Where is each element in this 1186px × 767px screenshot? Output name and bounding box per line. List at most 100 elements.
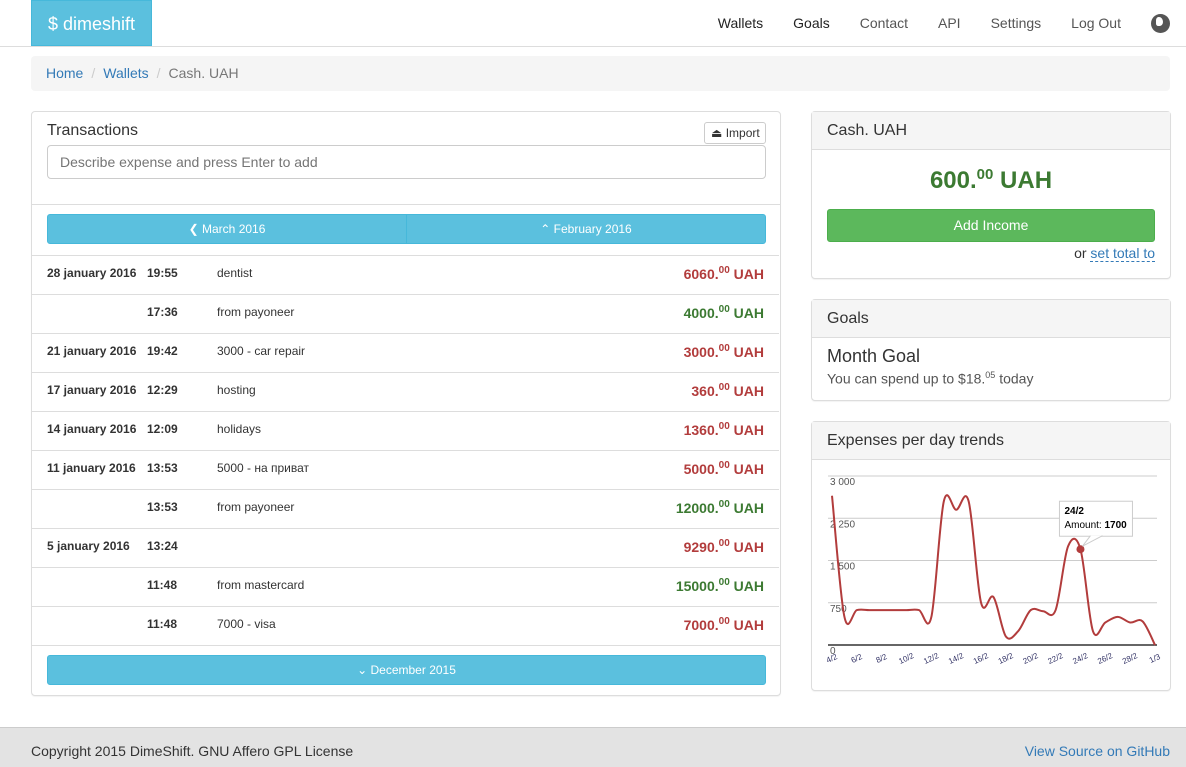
nav-settings[interactable]: Settings <box>991 15 1042 31</box>
navbar: $ dimeshift Wallets Goals Contact API Se… <box>0 0 1186 47</box>
expenses-chart: 07501 5002 2503 0004/26/28/210/212/214/2… <box>812 461 1170 691</box>
import-button[interactable]: ⏏ Import <box>704 122 766 144</box>
breadcrumb-separator: / <box>91 65 95 81</box>
transaction-row[interactable]: 11 january 201613:535000 - на приват5000… <box>32 450 779 489</box>
transaction-description: 3000 - car repair <box>217 344 305 358</box>
transaction-amount: 15000.00 UAH <box>676 577 764 594</box>
goals-panel: Goals Month Goal You can spend up to $18… <box>811 299 1171 401</box>
globe-icon[interactable] <box>1151 14 1170 33</box>
x-tick-label: 24/2 <box>1071 651 1089 666</box>
brand-logo[interactable]: $ dimeshift <box>31 0 152 46</box>
transaction-time: 13:24 <box>147 539 178 553</box>
wallet-panel: Cash. UAH 600.00 UAH Add Income or set t… <box>811 111 1171 279</box>
x-tick-label: 20/2 <box>1022 651 1040 666</box>
transaction-row[interactable]: 21 january 2016 19:42 3000 - car repair 300… <box>32 333 779 372</box>
x-tick-label: 28/2 <box>1121 651 1139 666</box>
transaction-time: 19:42 <box>147 344 178 358</box>
chart-panel: Expenses per day trends 07501 5002 2503 … <box>811 421 1171 691</box>
transaction-row[interactable]: 28 january 2016 19:55 dentist 6060.00 UAH <box>32 255 779 294</box>
nav-logout[interactable]: Log Out <box>1071 15 1121 31</box>
x-tick-label: 8/2 <box>875 652 889 665</box>
transaction-time: 11:48 <box>147 617 177 631</box>
transactions-panel: Transactions ⏏ Import ❮ March 2016 ⌃ Feb… <box>31 111 781 696</box>
chart-title: Expenses per day trends <box>812 422 1170 460</box>
transaction-date: 17 january 2016 <box>47 383 136 397</box>
x-tick-label: 26/2 <box>1096 651 1114 666</box>
x-tick-label: 6/2 <box>850 652 864 665</box>
y-tick-label: 1 500 <box>830 562 855 573</box>
transactions-title: Transactions <box>47 122 138 140</box>
expense-input[interactable] <box>47 145 766 179</box>
transaction-date: 14 january 2016 <box>47 422 136 436</box>
x-tick-label: 12/2 <box>922 651 940 666</box>
transaction-amount: 3000.00 UAH <box>684 343 764 360</box>
goal-text: You can spend up to $18.05 today <box>827 370 1155 387</box>
highlighted-point <box>1076 545 1084 553</box>
or-label: or <box>1074 245 1090 261</box>
x-tick-label: 4/2 <box>825 652 839 665</box>
transaction-date: 5 january 2016 <box>47 539 130 553</box>
transaction-amount: 4000.00 UAH <box>684 304 764 321</box>
transaction-row[interactable]: 14 january 2016 12:09 holidays 1360.00 UAH <box>32 411 779 450</box>
transaction-time: 13:53 <box>147 500 178 514</box>
breadcrumb-separator: / <box>157 65 161 81</box>
next-month-button[interactable]: ⌄ December 2015 <box>47 655 766 685</box>
transaction-time: 12:29 <box>147 383 178 397</box>
chevron-down-icon: ⌄ <box>357 663 367 677</box>
transaction-time: 17:36 <box>147 305 178 319</box>
transaction-date: 11 january 2016 <box>47 461 136 475</box>
transaction-amount: 9290.00 UAH <box>684 538 764 555</box>
transaction-row[interactable]: 17 january 201612:29hosting360.00 UAH <box>32 372 779 411</box>
transaction-description: holidays <box>217 422 261 436</box>
tooltip-pointer <box>1082 536 1102 547</box>
transaction-time: 19:55 <box>147 266 178 280</box>
x-tick-label: 22/2 <box>1046 651 1064 666</box>
transaction-row[interactable]: 17:36 from payoneer 4000.00 UAH <box>32 294 779 333</box>
current-month-button[interactable]: ⌃ February 2016 <box>406 214 766 244</box>
transaction-amount: 1360.00 UAH <box>684 421 764 438</box>
wallet-title: Cash. UAH <box>812 112 1170 150</box>
tooltip-label: Amount: 1700 <box>1064 520 1127 531</box>
transaction-description: 7000 - visa <box>217 617 276 631</box>
transaction-amount: 6060.00 UAH <box>684 265 764 282</box>
transaction-row[interactable]: 11:48 7000 - visa 7000.00 UAH <box>32 606 779 645</box>
x-tick-label: 16/2 <box>972 651 990 666</box>
transaction-amount: 12000.00 UAH <box>676 499 764 516</box>
current-month-label: February 2016 <box>554 222 632 236</box>
breadcrumb-home[interactable]: Home <box>46 65 83 81</box>
transaction-date: 21 january 2016 <box>47 344 136 358</box>
x-tick-label: 1/3 <box>1148 652 1162 665</box>
transaction-time: 11:48 <box>147 578 177 592</box>
y-tick-label: 3 000 <box>830 477 855 488</box>
tooltip-title: 24/2 <box>1064 506 1084 517</box>
footer: Copyright 2015 DimeShift. GNU Affero GPL… <box>0 727 1186 767</box>
goals-title: Goals <box>812 300 1170 338</box>
transaction-description: dentist <box>217 266 252 280</box>
github-link[interactable]: View Source on GitHub <box>1025 743 1170 759</box>
transaction-date: 28 january 2016 <box>47 266 136 280</box>
prev-month-label: March 2016 <box>202 222 265 236</box>
transaction-row[interactable]: 13:53 from payoneer 12000.00 UAH <box>32 489 779 528</box>
set-total-link[interactable]: set total to <box>1090 245 1155 262</box>
nav-goals[interactable]: Goals <box>793 15 830 31</box>
transaction-time: 13:53 <box>147 461 178 475</box>
transaction-amount: 7000.00 UAH <box>684 616 764 633</box>
nav-api[interactable]: API <box>938 15 961 31</box>
transaction-description: hosting <box>217 383 256 397</box>
wallet-balance: 600.00 UAH <box>812 166 1170 195</box>
transaction-time: 12:09 <box>147 422 178 436</box>
add-income-button[interactable]: Add Income <box>827 209 1155 242</box>
chevron-left-icon: ❮ <box>189 222 199 236</box>
next-month-label: December 2015 <box>371 663 456 677</box>
nav-contact[interactable]: Contact <box>860 15 908 31</box>
transaction-row[interactable]: 11:48from mastercard15000.00 UAH <box>32 567 779 606</box>
nav-wallets[interactable]: Wallets <box>718 15 763 31</box>
transaction-description: from payoneer <box>217 500 294 514</box>
breadcrumb-wallets[interactable]: Wallets <box>103 65 148 81</box>
x-tick-label: 14/2 <box>947 651 965 666</box>
chevron-up-icon: ⌃ <box>540 222 550 236</box>
breadcrumb: Home/Wallets/Cash. UAH <box>31 56 1170 91</box>
transaction-row[interactable]: 5 january 2016 13:24 9290.00 UAH <box>32 528 779 567</box>
prev-month-button[interactable]: ❮ March 2016 <box>47 214 407 244</box>
transaction-description: from payoneer <box>217 305 294 319</box>
